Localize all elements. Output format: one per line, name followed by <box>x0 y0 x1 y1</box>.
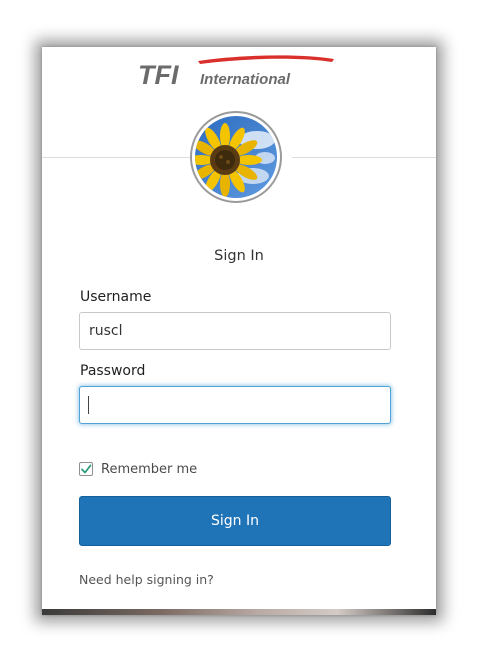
svg-text:TFI: TFI <box>138 60 179 90</box>
remember-me-checkbox[interactable] <box>79 462 93 476</box>
header-divider-right <box>292 157 436 158</box>
login-card: TFI International Sign In Username ruscl… <box>42 47 436 615</box>
tfi-international-logo: TFI International <box>138 53 338 93</box>
remember-me-option[interactable]: Remember me <box>79 460 197 478</box>
password-input[interactable] <box>80 387 390 423</box>
sign-in-button[interactable]: Sign In <box>79 496 391 546</box>
footer-strip <box>42 609 436 615</box>
sign-in-heading: Sign In <box>214 248 264 264</box>
remember-me-label: Remember me <box>101 461 198 477</box>
password-field[interactable] <box>79 386 391 424</box>
username-label: Username <box>80 289 152 305</box>
need-help-link[interactable]: Need help signing in? <box>79 572 214 587</box>
password-label: Password <box>80 363 146 379</box>
page-background: TFI International Sign In Username ruscl… <box>0 0 482 663</box>
checkmark-icon <box>81 464 92 474</box>
svg-text:International: International <box>200 71 291 88</box>
header-divider-left <box>42 157 190 158</box>
org-avatar <box>190 111 282 203</box>
text-caret <box>88 396 89 414</box>
username-input[interactable] <box>80 313 390 349</box>
sunflower-icon <box>195 116 277 198</box>
username-field[interactable] <box>79 312 391 350</box>
